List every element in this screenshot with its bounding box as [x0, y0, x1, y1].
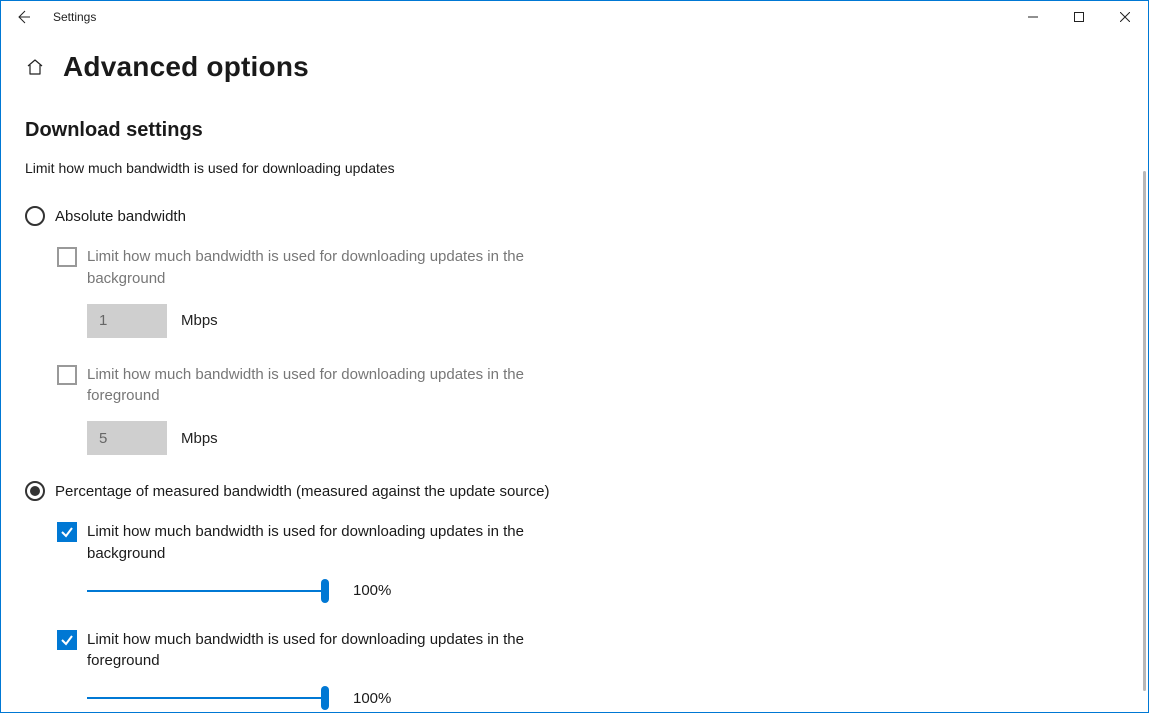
app-title: Settings	[53, 10, 96, 24]
arrow-left-icon	[15, 9, 31, 25]
home-icon	[26, 58, 44, 76]
back-button[interactable]	[13, 7, 33, 27]
checkbox-percentage-background[interactable]	[57, 522, 77, 542]
titlebar: Settings	[1, 1, 1148, 33]
checkbox-label: Limit how much bandwidth is used for dow…	[87, 521, 577, 565]
close-button[interactable]	[1102, 1, 1148, 33]
slider-thumb[interactable]	[321, 579, 329, 603]
radio-absolute-bandwidth[interactable]: Absolute bandwidth	[25, 206, 1124, 226]
minimize-button[interactable]	[1010, 1, 1056, 33]
checkbox-label: Limit how much bandwidth is used for dow…	[87, 364, 577, 408]
unit-label: Mbps	[181, 430, 218, 447]
slider-value-label: 100%	[353, 582, 391, 599]
content-area: Advanced options Download settings Limit…	[1, 33, 1148, 712]
maximize-icon	[1074, 12, 1084, 22]
slider-percentage-foreground[interactable]	[87, 686, 325, 710]
absolute-background-input	[87, 304, 167, 338]
slider-value-label: 100%	[353, 690, 391, 707]
page-title: Advanced options	[63, 51, 309, 83]
radio-icon	[25, 206, 45, 226]
radio-icon	[25, 481, 45, 501]
maximize-button[interactable]	[1056, 1, 1102, 33]
slider-percentage-background[interactable]	[87, 579, 325, 603]
unit-label: Mbps	[181, 312, 218, 329]
section-description: Limit how much bandwidth is used for dow…	[25, 160, 1124, 176]
check-icon	[60, 633, 74, 647]
radio-label: Absolute bandwidth	[55, 208, 186, 225]
checkbox-label: Limit how much bandwidth is used for dow…	[87, 246, 577, 290]
checkbox-absolute-background	[57, 247, 77, 267]
home-button[interactable]	[25, 57, 45, 77]
slider-thumb[interactable]	[321, 686, 329, 710]
checkbox-label: Limit how much bandwidth is used for dow…	[87, 629, 577, 673]
close-icon	[1120, 12, 1130, 22]
radio-label: Percentage of measured bandwidth (measur…	[55, 483, 549, 500]
scrollbar[interactable]	[1143, 171, 1146, 691]
minimize-icon	[1028, 12, 1038, 22]
absolute-foreground-input	[87, 421, 167, 455]
window-controls	[1010, 1, 1148, 33]
section-heading: Download settings	[25, 119, 1124, 142]
check-icon	[60, 525, 74, 539]
radio-percentage-bandwidth[interactable]: Percentage of measured bandwidth (measur…	[25, 481, 1124, 501]
checkbox-absolute-foreground	[57, 365, 77, 385]
checkbox-percentage-foreground[interactable]	[57, 630, 77, 650]
